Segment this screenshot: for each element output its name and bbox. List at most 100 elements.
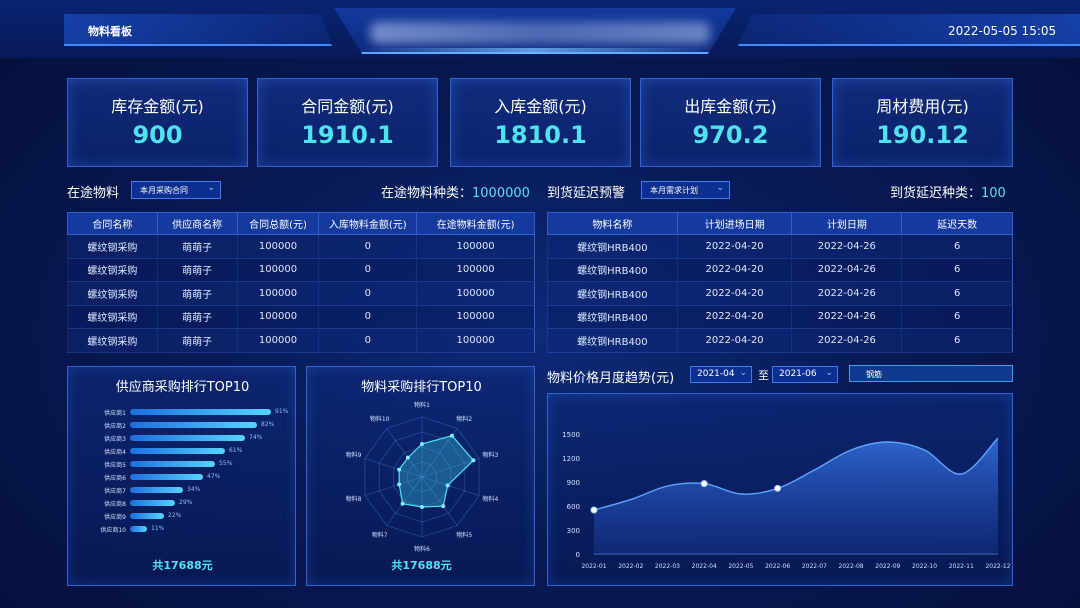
radar-label: 物料2	[456, 415, 472, 423]
delay-warning-table: 物料名称 计划进场日期 计划日期 延迟天数 螺纹钢HRB400 2022-04-…	[547, 212, 1013, 353]
table-cell: 100000	[416, 328, 535, 353]
table-cell: 2022-04-26	[791, 328, 902, 353]
y-tick-label: 0	[576, 551, 580, 559]
table-cell: 萌萌子	[156, 234, 238, 259]
x-tick-label: 2022-12	[985, 563, 1010, 570]
table-cell: 萌萌子	[156, 281, 238, 306]
supplier-bar-row: 供应商3 74%	[68, 433, 297, 443]
table-cell: 螺纹钢采购	[67, 328, 158, 353]
x-tick-label: 2022-06	[765, 563, 790, 570]
radar-label: 物料7	[372, 531, 388, 539]
table-cell: 2022-04-20	[676, 258, 792, 282]
material-filter-input[interactable]: 钢筋	[849, 365, 1013, 382]
table-cell: 100000	[416, 305, 535, 329]
radar-label: 物料8	[346, 495, 362, 503]
supplier-bar-label: 供应商10	[100, 527, 126, 534]
table-row[interactable]: 螺纹钢HRB400 2022-04-20 2022-04-26 6	[547, 305, 1013, 329]
from-month-value: 2021-04	[697, 369, 735, 379]
table-row[interactable]: 螺纹钢采购 萌萌子 100000 0 100000	[67, 328, 535, 353]
table-row[interactable]: 螺纹钢采购 萌萌子 100000 0 100000	[67, 258, 535, 282]
y-tick-label: 900	[567, 479, 580, 487]
supplier-bar-pct: 29%	[179, 499, 193, 506]
price-point	[700, 480, 708, 488]
table-cell: 2022-04-20	[676, 234, 792, 259]
radar-point	[397, 482, 402, 487]
y-tick-label: 1200	[562, 455, 580, 463]
stat-card-inventory: 库存金额(元) 900	[67, 78, 248, 167]
from-month-select[interactable]: 2021-04 ⌄	[690, 366, 752, 383]
supplier-bar-pct: 34%	[187, 486, 201, 493]
material-radar-chart: 物料1 物料2 物料3 物料4 物料5 物料6 物料7 物料8 物料9 物料10	[346, 401, 499, 553]
table-cell: 0	[318, 258, 417, 282]
material-rank-title: 物料采购排行TOP10	[361, 380, 482, 395]
radar-label: 物料9	[346, 451, 362, 459]
radar-label: 物料1	[414, 401, 430, 409]
column-header: 入库物料金额(元)	[318, 212, 418, 235]
supplier-rank-panel: 供应商采购排行TOP10 供应商1 91% 供应商2 82% 供应商3 74% 供应商4 61…	[67, 366, 296, 586]
chevron-down-icon: ⌄	[207, 183, 215, 193]
supplier-bar-label: 供应商7	[104, 488, 126, 495]
in-transit-count: 在途物料种类：1000000	[381, 182, 530, 201]
supplier-bar-label: 供应商3	[104, 436, 126, 443]
supplier-bar-row: 供应商9 22%	[68, 511, 297, 521]
price-trend-chart: 0 300 600 900 1200 1500 2022-01 2022-02 2022-03 2…	[562, 431, 1011, 570]
y-tick-label: 1500	[562, 431, 580, 439]
delay-filter-value: 本月需求计划	[650, 186, 698, 195]
price-area-fill	[594, 438, 998, 554]
table-row[interactable]: 螺纹钢HRB400 2022-04-20 2022-04-26 6	[547, 234, 1013, 259]
x-tick-label: 2022-10	[912, 563, 937, 570]
table-cell: 螺纹钢采购	[67, 234, 158, 259]
supplier-bar-fill	[130, 474, 203, 480]
table-cell: 0	[318, 281, 417, 306]
radar-label: 物料10	[370, 415, 390, 423]
table-row[interactable]: 螺纹钢HRB400 2022-04-20 2022-04-26 6	[547, 328, 1013, 353]
app-title: 物料看板	[88, 25, 132, 38]
supplier-total: 共17688元	[152, 559, 213, 572]
column-header: 合同名称	[67, 212, 158, 235]
in-transit-filter-value: 本月采购合同	[140, 186, 188, 195]
supplier-bar-row: 供应商8 29%	[68, 498, 297, 508]
table-row[interactable]: 螺纹钢采购 萌萌子 100000 0 100000	[67, 234, 535, 259]
in-transit-filter-select[interactable]: 本月采购合同 ⌄	[131, 181, 221, 199]
supplier-bar-row: 供应商6 47%	[68, 472, 297, 482]
table-cell: 6	[901, 328, 1013, 353]
supplier-bar-fill	[130, 409, 271, 415]
to-month-select[interactable]: 2021-06 ⌄	[772, 366, 838, 383]
table-cell: 100000	[416, 258, 535, 282]
radar-point	[471, 458, 476, 463]
table-row[interactable]: 螺纹钢HRB400 2022-04-20 2022-04-26 6	[547, 258, 1013, 282]
table-row[interactable]: 螺纹钢采购 萌萌子 100000 0 100000	[67, 305, 535, 329]
supplier-bar-label: 供应商6	[104, 475, 126, 482]
in-transit-count-label: 在途物料种类：	[381, 186, 473, 201]
supplier-bar-fill	[130, 526, 147, 532]
table-header-row: 物料名称 计划进场日期 计划日期 延迟天数	[547, 212, 1013, 235]
table-cell: 螺纹钢HRB400	[547, 305, 678, 329]
table-row[interactable]: 螺纹钢HRB400 2022-04-20 2022-04-26 6	[547, 281, 1013, 306]
delay-filter-select[interactable]: 本月需求计划 ⌄	[641, 181, 730, 199]
radar-label: 物料4	[483, 495, 499, 503]
x-tick-label: 2022-07	[802, 563, 827, 570]
chevron-down-icon: ⌄	[825, 368, 833, 378]
price-trend-title: 物料价格月度趋势(元)	[547, 371, 675, 386]
in-transit-count-value: 1000000	[472, 186, 530, 201]
table-cell: 螺纹钢HRB400	[547, 281, 678, 306]
table-cell: 2022-04-26	[791, 305, 902, 329]
table-cell: 螺纹钢HRB400	[547, 328, 678, 353]
price-trend-panel: 0 300 600 900 1200 1500 2022-01 2022-02 2022-03 2…	[547, 393, 1013, 586]
table-row[interactable]: 螺纹钢采购 萌萌子 100000 0 100000	[67, 281, 535, 306]
to-month-value: 2021-06	[779, 369, 817, 379]
delay-count: 到货延迟种类：100	[890, 182, 1006, 201]
radar-label: 物料3	[483, 451, 499, 459]
column-header: 在途物料金额(元)	[416, 212, 535, 235]
table-cell: 100000	[236, 234, 319, 259]
x-tick-label: 2022-04	[692, 563, 717, 570]
radar-point	[441, 504, 446, 509]
supplier-bar-label: 供应商9	[104, 514, 126, 521]
supplier-bar-pct: 61%	[229, 447, 243, 454]
column-header: 物料名称	[547, 212, 678, 235]
table-cell: 100000	[416, 281, 535, 306]
supplier-bar-row: 供应商1 91%	[68, 407, 297, 417]
radar-point	[400, 501, 405, 506]
supplier-bar-fill	[130, 461, 215, 467]
supplier-bar-pct: 11%	[151, 525, 165, 532]
